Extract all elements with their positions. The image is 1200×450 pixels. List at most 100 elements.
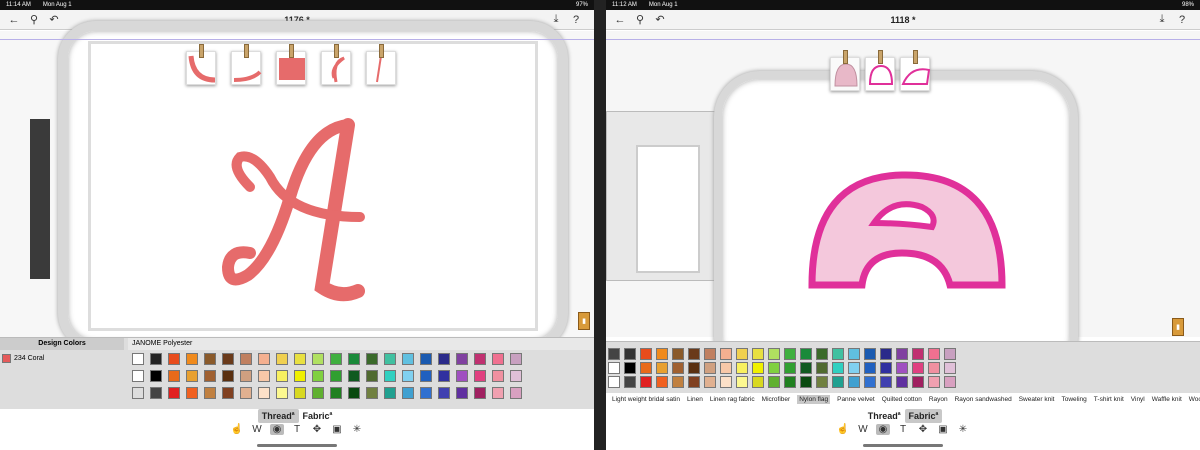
frame-icon[interactable]: ▣ xyxy=(330,424,344,435)
frame-icon[interactable]: ▣ xyxy=(936,424,950,435)
thread-color-swatch[interactable] xyxy=(150,370,162,382)
thumbnail-card-3[interactable] xyxy=(276,44,306,85)
thread-color-swatch[interactable] xyxy=(276,370,288,382)
thread-color-swatch[interactable] xyxy=(348,353,360,365)
thread-color-swatch[interactable] xyxy=(222,387,234,399)
move-icon[interactable]: ✥ xyxy=(310,424,324,435)
thread-color-swatch[interactable] xyxy=(944,376,956,388)
select-hand-icon[interactable]: ☝ xyxy=(230,424,244,435)
thread-color-swatch[interactable] xyxy=(366,370,378,382)
embroidered-letter-a[interactable] xyxy=(210,117,400,307)
sparkle-icon[interactable]: ✳ xyxy=(350,424,364,435)
help-icon[interactable]: ? xyxy=(568,12,584,28)
fabric-item[interactable]: Linen xyxy=(687,396,703,403)
thread-color-swatch[interactable] xyxy=(944,348,956,360)
thread-color-swatch[interactable] xyxy=(752,362,764,374)
fabric-item[interactable]: Microfiber xyxy=(762,396,791,403)
thread-color-swatch[interactable] xyxy=(510,353,522,365)
thread-color-swatch[interactable] xyxy=(402,353,414,365)
thread-color-swatch[interactable] xyxy=(402,370,414,382)
thread-color-swatch[interactable] xyxy=(186,353,198,365)
thread-color-swatch[interactable] xyxy=(896,362,908,374)
thread-color-swatch[interactable] xyxy=(168,353,180,365)
thread-color-swatch[interactable] xyxy=(640,348,652,360)
thread-color-swatch[interactable] xyxy=(438,370,450,382)
thread-color-swatch[interactable] xyxy=(896,348,908,360)
fabric-item[interactable]: Nylon flag xyxy=(797,394,831,404)
thread-color-swatch[interactable] xyxy=(704,376,716,388)
thread-color-swatch[interactable] xyxy=(420,353,432,365)
thread-color-swatch[interactable] xyxy=(848,376,860,388)
edit-icon[interactable]: W xyxy=(856,424,870,435)
thread-color-swatch[interactable] xyxy=(168,387,180,399)
fabric-item[interactable]: Sweater knit xyxy=(1019,396,1055,403)
thread-color-swatch[interactable] xyxy=(258,370,270,382)
thread-color-swatch[interactable] xyxy=(492,387,504,399)
thread-color-swatch[interactable] xyxy=(294,353,306,365)
thread-color-swatch[interactable] xyxy=(312,387,324,399)
download-icon[interactable]: ⤓ xyxy=(1154,12,1170,28)
thread-color-swatch[interactable] xyxy=(312,353,324,365)
text-icon[interactable]: T xyxy=(896,424,910,435)
thread-color-swatch[interactable] xyxy=(492,370,504,382)
thread-color-swatch[interactable] xyxy=(688,362,700,374)
thread-color-swatch[interactable] xyxy=(912,362,924,374)
thumbnail-card-4[interactable] xyxy=(321,44,351,85)
thread-color-swatch[interactable] xyxy=(240,353,252,365)
thread-color-swatch[interactable] xyxy=(276,387,288,399)
thread-color-swatch[interactable] xyxy=(330,353,342,365)
design-canvas[interactable]: ▮ xyxy=(0,21,594,351)
thread-color-swatch[interactable] xyxy=(150,387,162,399)
thread-color-swatch[interactable] xyxy=(312,370,324,382)
thread-color-swatch[interactable] xyxy=(672,348,684,360)
thread-color-swatch[interactable] xyxy=(672,362,684,374)
thread-color-swatch[interactable] xyxy=(186,387,198,399)
hoop-icon[interactable]: ◉ xyxy=(270,424,284,435)
thread-color-swatch[interactable] xyxy=(420,370,432,382)
thread-color-swatch[interactable] xyxy=(402,387,414,399)
back-arrow-icon[interactable]: ← xyxy=(6,12,22,28)
thread-color-swatch[interactable] xyxy=(608,376,620,388)
tab-thread[interactable]: Threada xyxy=(257,409,299,423)
zoom-icon[interactable]: ⚲ xyxy=(26,12,42,28)
thread-color-swatch[interactable] xyxy=(132,370,144,382)
fabric-item[interactable]: Rayon sandwashed xyxy=(955,396,1012,403)
thread-color-swatch[interactable] xyxy=(258,353,270,365)
undo-icon[interactable]: ↶ xyxy=(652,12,668,28)
thread-color-swatch[interactable] xyxy=(656,362,668,374)
thread-color-swatch[interactable] xyxy=(474,370,486,382)
sparkle-icon[interactable]: ✳ xyxy=(956,424,970,435)
thread-color-swatch[interactable] xyxy=(624,362,636,374)
edit-icon[interactable]: W xyxy=(250,424,264,435)
thread-color-swatch[interactable] xyxy=(330,387,342,399)
thread-color-swatch[interactable] xyxy=(624,348,636,360)
thread-color-swatch[interactable] xyxy=(832,376,844,388)
thread-color-swatch[interactable] xyxy=(768,362,780,374)
thread-color-swatch[interactable] xyxy=(240,370,252,382)
fabric-item[interactable]: Panne velvet xyxy=(837,396,875,403)
thread-color-swatch[interactable] xyxy=(348,370,360,382)
thread-color-swatch[interactable] xyxy=(150,353,162,365)
thread-color-swatch[interactable] xyxy=(510,387,522,399)
thumbnail-card-1[interactable] xyxy=(186,44,216,85)
thread-color-swatch[interactable] xyxy=(474,387,486,399)
thread-color-swatch[interactable] xyxy=(720,376,732,388)
thread-color-swatch[interactable] xyxy=(474,353,486,365)
thread-color-swatch[interactable] xyxy=(704,348,716,360)
thread-color-swatch[interactable] xyxy=(768,348,780,360)
thread-color-swatch[interactable] xyxy=(640,376,652,388)
tab-fabric[interactable]: Fabrica xyxy=(904,409,943,423)
thread-color-swatch[interactable] xyxy=(384,370,396,382)
thread-color-swatch[interactable] xyxy=(294,370,306,382)
move-icon[interactable]: ✥ xyxy=(916,424,930,435)
thread-brand[interactable]: JANOME Polyester xyxy=(128,338,594,350)
thumbnail-card-5[interactable] xyxy=(366,44,396,85)
thread-color-swatch[interactable] xyxy=(720,348,732,360)
text-icon[interactable]: T xyxy=(290,424,304,435)
thread-color-swatch[interactable] xyxy=(784,376,796,388)
thread-color-swatch[interactable] xyxy=(204,353,216,365)
thread-color-swatch[interactable] xyxy=(624,376,636,388)
thread-color-swatch[interactable] xyxy=(800,348,812,360)
select-hand-icon[interactable]: ☝ xyxy=(836,424,850,435)
thread-color-swatch[interactable] xyxy=(222,370,234,382)
